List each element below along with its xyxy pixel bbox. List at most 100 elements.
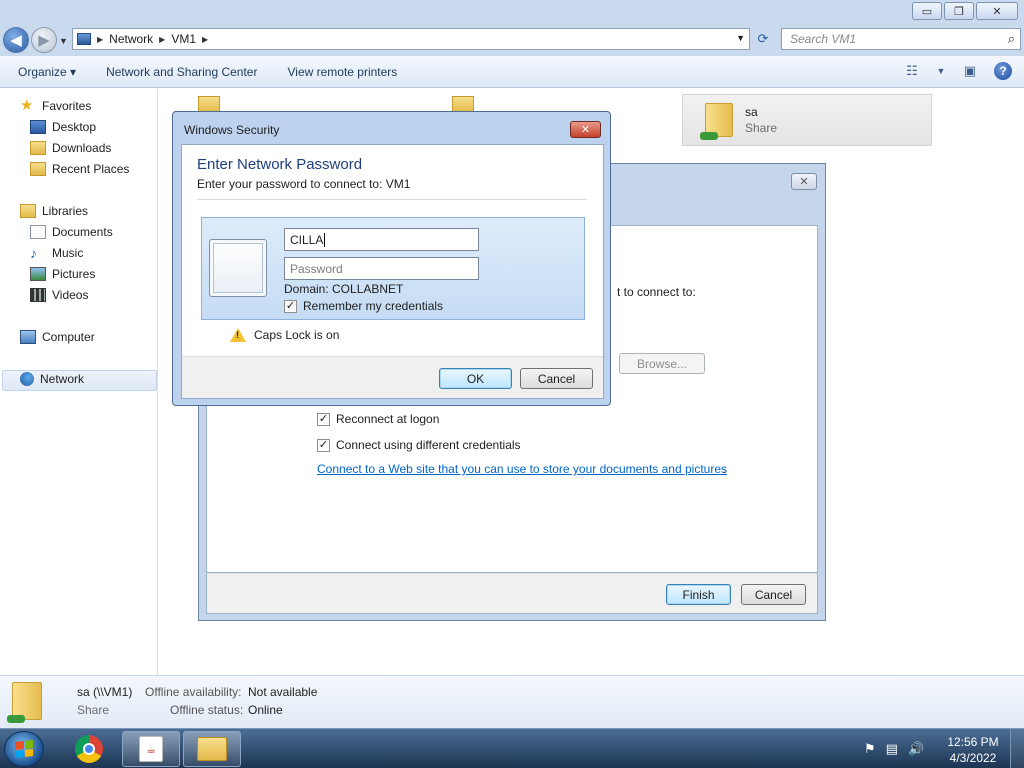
breadcrumb-network[interactable]: Network ▶ (109, 32, 165, 46)
taskbar-java[interactable]: ☕ (122, 731, 180, 767)
breadcrumb-separator-icon: ▶ (202, 34, 209, 44)
back-button[interactable]: ◀ (3, 27, 29, 53)
music-icon: ♪ (30, 245, 37, 261)
breadcrumb-separator-icon: ▶ (159, 34, 166, 44)
taskbar-explorer[interactable] (183, 731, 241, 767)
view-dropdown-icon[interactable]: ▼ (936, 62, 946, 80)
dialog-subheading: Enter your password to connect to: VM1 (197, 177, 411, 191)
search-icon[interactable]: ⌕ (1008, 31, 1015, 47)
address-row: ◀ ▶ ▼ ▶ Network ▶ VM1 ▶ ▼ ⟳ Search VM1 ⌕ (0, 24, 1024, 56)
sidebar-item-downloads[interactable]: Downloads (30, 141, 111, 155)
windows-security-dialog: Windows Security ✕ Enter Network Passwor… (172, 111, 611, 406)
clock[interactable]: 12:56 PM 4/3/2022 (938, 734, 1008, 766)
preview-pane-icon[interactable]: ▣ (960, 62, 980, 80)
warning-icon: ! (230, 328, 246, 342)
windows-logo-icon (15, 740, 33, 758)
close-button[interactable]: ✕ (976, 2, 1018, 20)
taskbar-chrome[interactable] (60, 731, 118, 767)
password-field[interactable]: Password (284, 257, 479, 280)
sidebar-item-documents[interactable]: Documents (30, 225, 113, 239)
map-cancel-button[interactable]: Cancel (741, 584, 806, 605)
different-credentials-checkbox[interactable]: ✓ Connect using different credentials (317, 438, 521, 452)
reconnect-at-logon-checkbox[interactable]: ✓ Reconnect at logon (317, 412, 439, 426)
details-kind: Share (77, 703, 110, 717)
username-field[interactable]: CILLA (284, 228, 479, 251)
network-location-icon (77, 33, 91, 45)
sidebar-item-libraries[interactable]: Libraries (20, 204, 88, 218)
taskbar: ☕ ⚑ ▤ 🔊 12:56 PM 4/3/2022 (0, 728, 1024, 768)
chrome-icon (75, 735, 103, 763)
action-center-flag-icon[interactable]: ⚑ (864, 741, 876, 757)
sidebar-item-desktop[interactable]: Desktop (30, 120, 96, 134)
dialog-title: Windows Security (184, 123, 280, 137)
ok-button[interactable]: OK (439, 368, 512, 389)
window-titlebar: ▭ ❐ ✕ (0, 0, 1024, 24)
security-dialog-footer: OK Cancel (182, 356, 603, 398)
checkbox-checked-icon[interactable]: ✓ (317, 412, 330, 426)
libraries-icon (20, 204, 36, 218)
sidebar-item-favorites[interactable]: ★ Favorites (20, 97, 91, 114)
sidebar-item-computer[interactable]: Computer (20, 330, 95, 344)
dialog-heading: Enter Network Password (197, 156, 363, 173)
address-dropdown-icon[interactable]: ▼ (736, 33, 745, 43)
videos-icon (30, 288, 46, 302)
share-name: sa (745, 105, 758, 119)
network-tray-icon[interactable]: ▤ (886, 741, 898, 757)
help-icon[interactable]: ? (994, 62, 1012, 80)
start-button[interactable] (4, 731, 44, 767)
downloads-folder-icon (30, 141, 46, 155)
sidebar-item-music[interactable]: ♪ Music (30, 246, 83, 260)
java-icon: ☕ (139, 736, 163, 762)
sidebar-item-network[interactable]: Network (20, 372, 84, 386)
documents-icon (30, 225, 46, 239)
map-dialog-close-button[interactable]: ✕ (791, 173, 817, 190)
map-dialog-footer: Finish Cancel (206, 573, 818, 614)
share-item-sa[interactable]: sa Share (682, 94, 932, 146)
sidebar-item-videos[interactable]: Videos (30, 288, 88, 302)
minimize-button[interactable]: ▭ (912, 2, 942, 20)
search-input[interactable]: Search VM1 ⌕ (781, 28, 1021, 50)
details-pane: sa (\\VM1) Share Offline availability: N… (0, 675, 1024, 728)
caps-lock-warning: ! Caps Lock is on (230, 328, 339, 342)
shared-folder-icon (700, 103, 733, 140)
recent-pages-dropdown-icon[interactable]: ▼ (59, 36, 68, 46)
link-period: . (723, 462, 727, 476)
folder-icon[interactable] (452, 96, 474, 112)
forward-button[interactable]: ▶ (31, 27, 57, 53)
offline-availability-value: Not available (248, 685, 318, 699)
refresh-icon[interactable]: ⟳ (752, 28, 774, 50)
user-tile-icon (209, 239, 267, 297)
command-bar: Organize ▾ Network and Sharing Center Vi… (0, 56, 1024, 88)
view-remote-printers-button[interactable]: View remote printers (272, 65, 412, 79)
volume-icon[interactable]: 🔊 (908, 741, 924, 757)
divider (197, 199, 587, 200)
browse-button[interactable]: Browse... (619, 353, 705, 374)
security-cancel-button[interactable]: Cancel (520, 368, 593, 389)
show-desktop-button[interactable] (1010, 729, 1024, 768)
connect-prompt-text: t to connect to: (617, 285, 696, 299)
sidebar-item-pictures[interactable]: Pictures (30, 267, 95, 281)
change-view-icon[interactable]: ☷ (902, 62, 922, 80)
network-sharing-center-button[interactable]: Network and Sharing Center (91, 65, 272, 79)
star-icon: ★ (20, 97, 34, 114)
finish-button[interactable]: Finish (666, 584, 731, 605)
security-dialog-close-button[interactable]: ✕ (570, 121, 601, 138)
address-bar[interactable]: ▶ Network ▶ VM1 ▶ ▼ (72, 28, 750, 50)
security-dialog-body: Enter Network Password Enter your passwo… (181, 144, 604, 399)
organize-menu[interactable]: Organize ▾ (0, 65, 91, 79)
credential-tile: CILLA Password Domain: COLLABNET ✓ Rememb… (201, 217, 585, 320)
sidebar-item-recent-places[interactable]: Recent Places (30, 162, 129, 176)
folder-icon[interactable] (198, 96, 220, 112)
breadcrumb-separator-icon: ▶ (97, 34, 104, 44)
remember-credentials-checkbox[interactable]: ✓ Remember my credentials (284, 299, 443, 313)
network-icon (20, 372, 34, 386)
explorer-icon (197, 737, 227, 761)
details-name: sa (\\VM1) (77, 685, 133, 699)
checkbox-checked-icon[interactable]: ✓ (317, 438, 330, 452)
breadcrumb-vm1[interactable]: VM1 ▶ (171, 32, 208, 46)
restore-button[interactable]: ❐ (944, 2, 974, 20)
web-site-link[interactable]: Connect to a Web site that you can use t… (317, 462, 727, 476)
domain-label: Domain: COLLABNET (284, 282, 404, 296)
offline-status-value: Online (248, 703, 283, 717)
checkbox-checked-icon[interactable]: ✓ (284, 299, 297, 313)
